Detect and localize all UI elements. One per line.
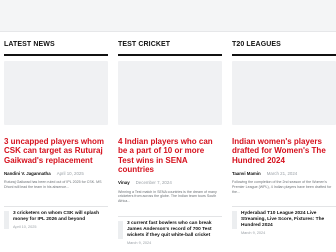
- section-rule: [4, 54, 108, 56]
- section-title[interactable]: TEST CRICKET: [118, 40, 222, 54]
- featured-headline[interactable]: Indian women's players drafted for Women…: [232, 137, 336, 165]
- article-meta: Vinay December 7, 2024: [118, 179, 222, 187]
- thumbnail[interactable]: [232, 211, 237, 230]
- author-name[interactable]: Taanvi Mamin: [232, 171, 261, 176]
- article-meta: Taanvi Mamin March 21, 2024: [232, 169, 336, 177]
- list-item-date: March 9, 2024: [127, 240, 152, 245]
- featured-headline[interactable]: 3 uncapped players whom CSK can target a…: [4, 137, 108, 165]
- article-excerpt: Following the completion of the 2nd seas…: [232, 180, 332, 194]
- list-item-date: April 10, 2025: [13, 225, 37, 230]
- section-title[interactable]: T20 LEAGUES: [232, 40, 336, 54]
- publish-date: December 7, 2024: [135, 180, 172, 186]
- divider: [232, 206, 336, 208]
- section-rule: [118, 54, 222, 56]
- section-t20-leagues: T20 LEAGUES Indian women's players draft…: [232, 40, 336, 252]
- list-item-title[interactable]: 3 current fast bowlers who can break Jam…: [127, 221, 222, 239]
- thumbnail[interactable]: [118, 220, 123, 239]
- list-item[interactable]: 3 current fast bowlers who can break Jam…: [118, 220, 222, 245]
- article-meta: Nandini V. Jagannatha April 10, 2025: [4, 169, 108, 177]
- section-title[interactable]: LATEST NEWS: [4, 40, 108, 54]
- author-name[interactable]: Vinay: [118, 180, 130, 185]
- publish-date: April 10, 2025: [56, 170, 84, 176]
- divider: [118, 215, 222, 217]
- list-item[interactable]: 3 cricketers on whom CSK will splash mon…: [4, 211, 108, 230]
- thumbnail[interactable]: [4, 211, 9, 230]
- article-excerpt: Winning a Test match in SENA countries i…: [118, 189, 217, 204]
- featured-image[interactable]: [118, 61, 222, 125]
- section-test-cricket: TEST CRICKET 4 Indian players who can be…: [118, 40, 222, 252]
- featured-image[interactable]: [4, 61, 108, 125]
- publish-date: March 21, 2024: [266, 170, 298, 176]
- list-item-date: March 9, 2024: [241, 231, 266, 236]
- section-rule: [232, 54, 336, 56]
- list-item-title[interactable]: Hyderabad T10 League 2024 Live Streaming…: [241, 211, 336, 229]
- author-name[interactable]: Nandini V. Jagannatha: [4, 171, 51, 176]
- article-excerpt: Ruturaj Gaikwad has been ruled out of IP…: [4, 180, 102, 190]
- divider: [4, 206, 108, 208]
- featured-headline[interactable]: 4 Indian players who can be a part of 10…: [118, 137, 222, 175]
- list-item-title[interactable]: 3 cricketers on whom CSK will splash mon…: [13, 211, 108, 223]
- site-header: [0, 0, 336, 32]
- list-item[interactable]: Hyderabad T10 League 2024 Live Streaming…: [232, 211, 336, 235]
- featured-image[interactable]: [232, 61, 336, 125]
- section-latest-news: LATEST NEWS 3 uncapped players whom CSK …: [4, 40, 108, 252]
